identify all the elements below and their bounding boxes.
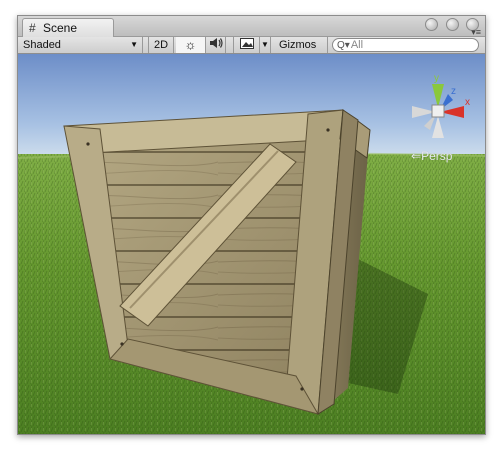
gizmos-label: Gizmos: [279, 39, 317, 51]
lighting-toggle-icon[interactable]: ☼: [176, 37, 206, 53]
panel-menu-icon[interactable]: ▾≡: [471, 28, 481, 37]
search-input[interactable]: Q▾All: [332, 38, 479, 52]
gizmos-dropdown[interactable]: Gizmos ▼: [276, 37, 328, 66]
persp-text: Persp: [421, 149, 453, 163]
scene-tab-icon: #: [29, 21, 36, 35]
tab-scene[interactable]: # Scene: [22, 18, 114, 37]
scene-toolbar: Shaded ▼ 2D ☼ ▼ Gizmos ▼ Q▾All: [18, 37, 485, 66]
tab-scene-label: Scene: [43, 21, 78, 35]
audio-toggle-icon[interactable]: [206, 37, 226, 53]
camera-mode-label[interactable]: ⇐Persp: [411, 149, 452, 163]
window-button-1[interactable]: [425, 18, 439, 31]
window-button-2[interactable]: [445, 18, 459, 31]
axis-x-label: x: [465, 97, 470, 108]
chevron-down-icon: ▼: [130, 40, 138, 49]
orientation-gizmo[interactable]: y x z: [398, 70, 478, 150]
search-icon: Q▾: [337, 40, 350, 51]
scene-viewport[interactable]: ⇐Persp y x z: [18, 54, 485, 434]
back-arrow-icon: ⇐: [411, 149, 422, 163]
effects-toggle-icon[interactable]: [233, 37, 259, 53]
scene-window: # Scene ▾≡ Shaded ▼ 2D ☼ ▼ Gizmos Q▾All …: [17, 15, 486, 435]
toggle-2d-button[interactable]: 2D: [148, 37, 174, 53]
axis-y-icon[interactable]: [432, 84, 444, 108]
speaker-icon: [209, 38, 223, 48]
tab-strip: # Scene ▾≡: [18, 16, 485, 37]
search-placeholder: All: [350, 39, 364, 51]
axis-z-label: z: [451, 86, 456, 97]
shading-mode-dropdown[interactable]: Shaded ▼: [23, 37, 143, 53]
effects-dropdown-chevron-icon[interactable]: ▼: [259, 37, 271, 53]
axis-y-label: y: [434, 73, 439, 84]
image-icon: [239, 38, 254, 49]
shading-mode-label: Shaded: [23, 39, 61, 51]
